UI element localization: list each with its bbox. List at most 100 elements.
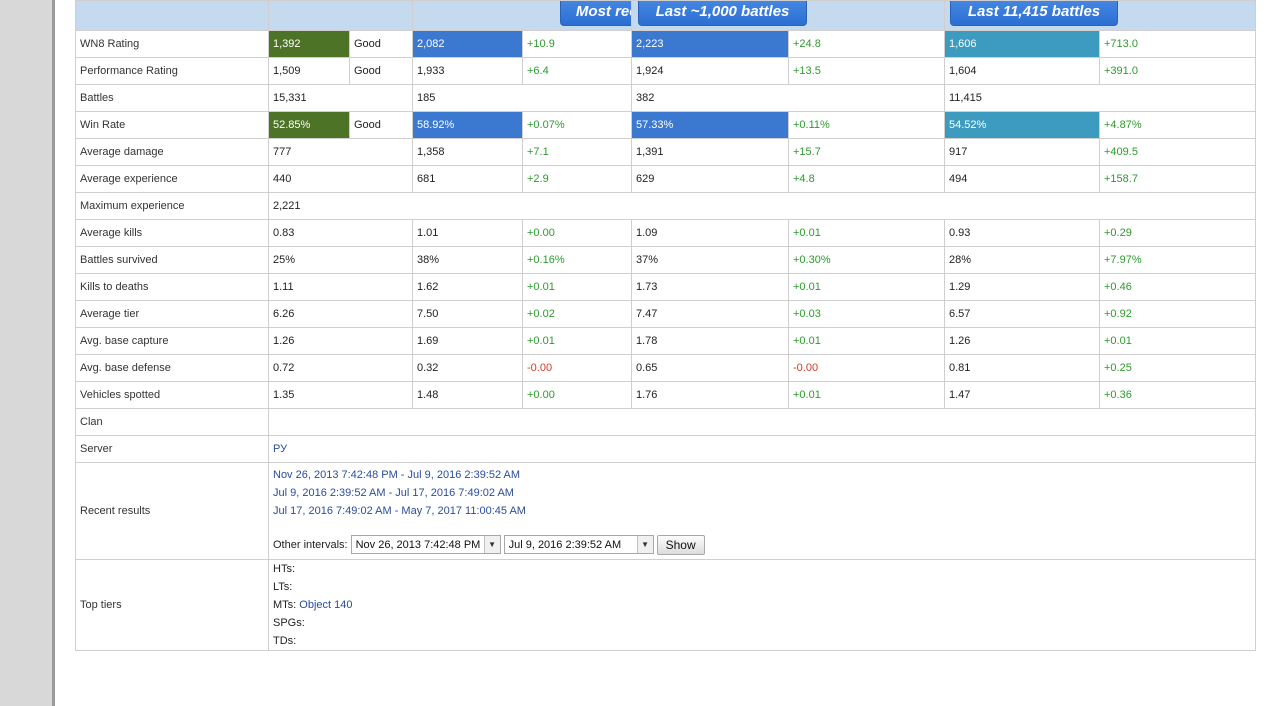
winrate-all-value: 54.52% <box>944 111 1100 139</box>
header-label-cell <box>75 0 269 31</box>
survived-all-value: 28% <box>944 246 1100 274</box>
row-label: Recent results <box>75 462 269 560</box>
other-intervals-form: Other intervals: Nov 26, 2013 7:42:48 PM… <box>273 533 1255 557</box>
tab-last-1000-battles[interactable]: Last ~1,000 battles <box>638 1 807 26</box>
perf-rating-text: Good <box>349 57 413 85</box>
capture-overall-value: 1.26 <box>268 327 413 355</box>
survived-overall-value: 25% <box>268 246 413 274</box>
winrate-last1000-value: 57.33% <box>631 111 789 139</box>
damage-all-delta: +409.5 <box>1099 138 1256 166</box>
defense-last1000-value: 0.65 <box>631 354 789 382</box>
capture-last1000-value: 1.78 <box>631 327 789 355</box>
damage-recent-value: 1,358 <box>412 138 523 166</box>
survived-all-delta: +7.97% <box>1099 246 1256 274</box>
tier-last1000-value: 7.47 <box>631 300 789 328</box>
defense-recent-value: 0.32 <box>412 354 523 382</box>
row-label: Server <box>75 435 269 463</box>
row-label: Clan <box>75 408 269 436</box>
wn8-recent-delta: +10.9 <box>522 30 632 58</box>
tier-overall-value: 6.26 <box>268 300 413 328</box>
kills-all-value: 0.93 <box>944 219 1100 247</box>
top-tier-spgs: SPGs: <box>273 614 1255 632</box>
survived-last1000-value: 37% <box>631 246 789 274</box>
table-row-winrate: Win Rate 52.85% Good 58.92% +0.07% 57.33… <box>75 111 1256 139</box>
row-label: Average experience <box>75 165 269 193</box>
exp-recent-value: 681 <box>412 165 523 193</box>
header-all-cell: Last 11,415 battles <box>944 0 1256 31</box>
row-label: Performance Rating <box>75 57 269 85</box>
winrate-recent-delta: +0.07% <box>522 111 632 139</box>
player-stats-table: Most recent Last ~1,000 battles Last 11,… <box>75 0 1256 651</box>
browser-left-gutter <box>0 0 52 706</box>
chevron-down-icon: ▼ <box>636 536 653 553</box>
table-row-spotted: Vehicles spotted 1.35 1.48 +0.00 1.76 +0… <box>75 381 1256 409</box>
winrate-rating-text: Good <box>349 111 413 139</box>
row-label: Average tier <box>75 300 269 328</box>
recent-interval-link-3[interactable]: Jul 17, 2016 7:49:02 AM - May 7, 2017 11… <box>273 505 526 517</box>
perf-last1000-delta: +13.5 <box>788 57 945 85</box>
kills-all-delta: +0.29 <box>1099 219 1256 247</box>
row-label: Win Rate <box>75 111 269 139</box>
table-row-avg-kills: Average kills 0.83 1.01 +0.00 1.09 +0.01… <box>75 219 1256 247</box>
tier-recent-value: 7.50 <box>412 300 523 328</box>
exp-overall-value: 440 <box>268 165 413 193</box>
capture-last1000-delta: +0.01 <box>788 327 945 355</box>
server-link[interactable]: РУ <box>273 443 287 455</box>
perf-overall-value: 1,509 <box>268 57 350 85</box>
lts-label: LTs: <box>273 581 293 593</box>
survived-recent-value: 38% <box>412 246 523 274</box>
capture-recent-delta: +0.01 <box>522 327 632 355</box>
perf-all-delta: +391.0 <box>1099 57 1256 85</box>
defense-all-delta: +0.25 <box>1099 354 1256 382</box>
perf-recent-delta: +6.4 <box>522 57 632 85</box>
interval-from-select[interactable]: Nov 26, 2013 7:42:48 PM ▼ <box>350 535 501 554</box>
tier-recent-delta: +0.02 <box>522 300 632 328</box>
row-label: Kills to deaths <box>75 273 269 301</box>
tab-last-all-battles[interactable]: Last 11,415 battles <box>950 1 1118 26</box>
tier-last1000-delta: +0.03 <box>788 300 945 328</box>
interval-to-select[interactable]: Jul 9, 2016 2:39:52 AM ▼ <box>503 535 654 554</box>
winrate-recent-value: 58.92% <box>412 111 523 139</box>
wn8-last1000-delta: +24.8 <box>788 30 945 58</box>
row-label: Avg. base capture <box>75 327 269 355</box>
show-button[interactable]: Show <box>656 534 705 555</box>
battles-overall-value: 15,331 <box>268 84 413 112</box>
survived-recent-delta: +0.16% <box>522 246 632 274</box>
defense-overall-value: 0.72 <box>268 354 413 382</box>
header-last1000-cell: Last ~1,000 battles <box>631 0 945 31</box>
stats-table-container: Most recent Last ~1,000 battles Last 11,… <box>75 0 1256 651</box>
recent-interval-link-2[interactable]: Jul 9, 2016 2:39:52 AM - Jul 17, 2016 7:… <box>273 487 514 499</box>
wn8-last1000-value: 2,223 <box>631 30 789 58</box>
recent-interval-link-1[interactable]: Nov 26, 2013 7:42:48 PM - Jul 9, 2016 2:… <box>273 469 520 481</box>
winrate-last1000-delta: +0.11% <box>788 111 945 139</box>
kills-last1000-value: 1.09 <box>631 219 789 247</box>
wn8-overall-value: 1,392 <box>268 30 350 58</box>
winrate-all-delta: +4.87% <box>1099 111 1256 139</box>
defense-recent-delta: -0.00 <box>522 354 632 382</box>
tab-most-recent[interactable]: Most recent <box>560 1 631 26</box>
max-exp-value: 2,221 <box>268 192 1256 220</box>
table-row-recent-results: Recent results Nov 26, 2013 7:42:48 PM -… <box>75 462 1256 560</box>
perf-all-value: 1,604 <box>944 57 1100 85</box>
tier-all-value: 6.57 <box>944 300 1100 328</box>
row-label: Average kills <box>75 219 269 247</box>
kills-recent-delta: +0.00 <box>522 219 632 247</box>
server-value-cell: РУ <box>268 435 1256 463</box>
list-item: Jul 17, 2016 7:49:02 AM - May 7, 2017 11… <box>273 502 1255 520</box>
top-tier-lts: LTs: <box>273 578 1255 596</box>
exp-last1000-value: 629 <box>631 165 789 193</box>
tank-link-object-140[interactable]: Object 140 <box>299 599 352 611</box>
battles-last1000-value: 382 <box>631 84 945 112</box>
top-tiers-cell: HTs: LTs: MTs: Object 140 SPGs: TDs: <box>268 559 1256 651</box>
tier-all-delta: +0.92 <box>1099 300 1256 328</box>
table-row-performance: Performance Rating 1,509 Good 1,933 +6.4… <box>75 57 1256 85</box>
kd-all-value: 1.29 <box>944 273 1100 301</box>
row-label: Battles <box>75 84 269 112</box>
exp-all-delta: +158.7 <box>1099 165 1256 193</box>
table-row-avg-damage: Average damage 777 1,358 +7.1 1,391 +15.… <box>75 138 1256 166</box>
winrate-overall-value: 52.85% <box>268 111 350 139</box>
exp-all-value: 494 <box>944 165 1100 193</box>
top-tier-hts: HTs: <box>273 561 1255 579</box>
table-row-base-defense: Avg. base defense 0.72 0.32 -0.00 0.65 -… <box>75 354 1256 382</box>
